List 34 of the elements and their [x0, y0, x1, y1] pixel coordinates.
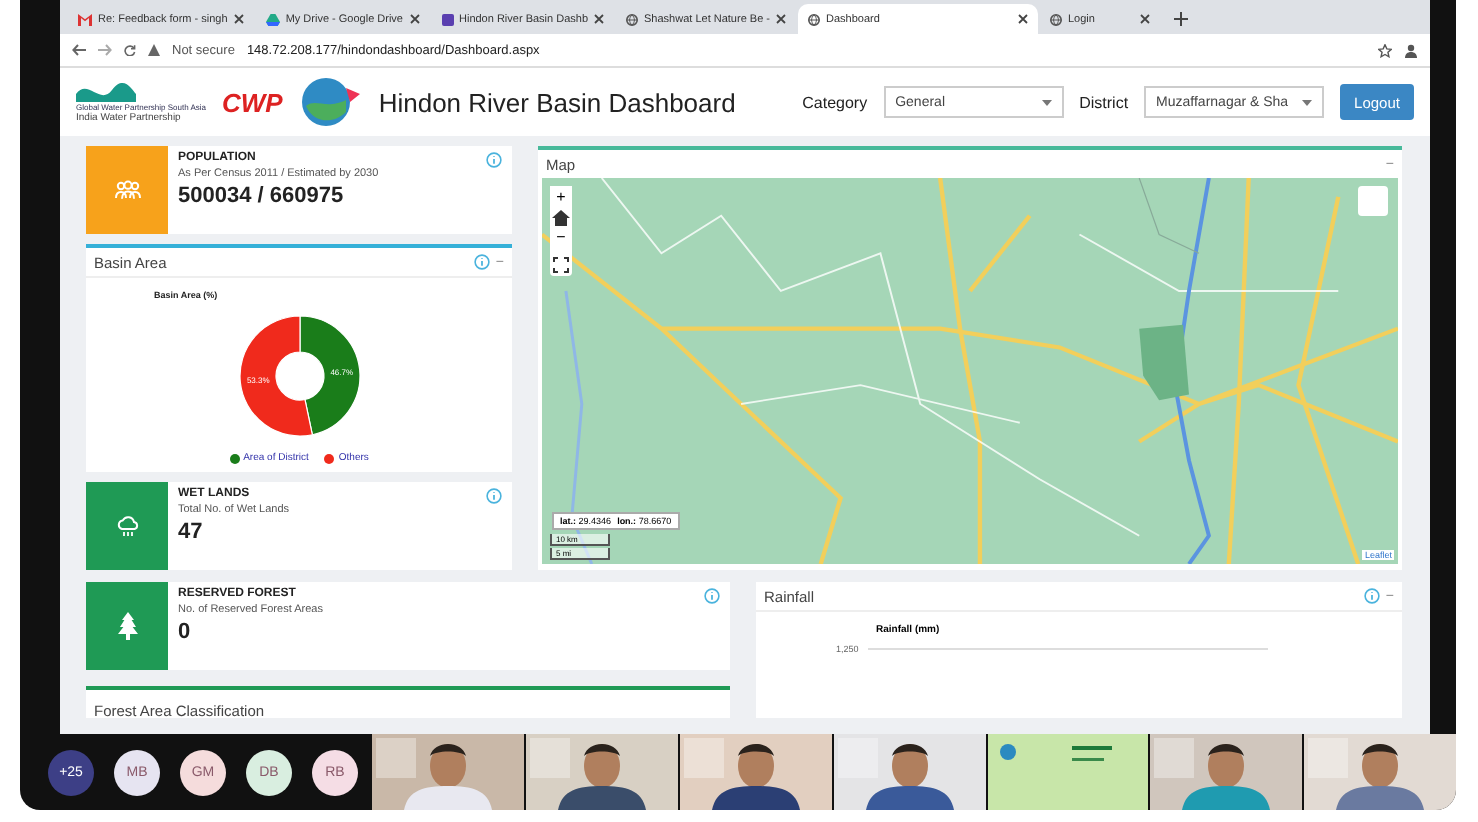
- close-icon[interactable]: [594, 14, 605, 24]
- close-icon[interactable]: [409, 14, 419, 24]
- globe-icon: [626, 13, 639, 25]
- wave-logo-icon: [76, 81, 136, 101]
- plus-icon[interactable]: [1174, 12, 1188, 26]
- stat-value: 47: [178, 520, 205, 544]
- back-arrow-icon[interactable]: [72, 44, 86, 56]
- close-icon[interactable]: [1140, 14, 1150, 24]
- site-icon: [441, 13, 453, 25]
- river-logo-icon: [298, 76, 363, 128]
- tree-icon: [117, 612, 137, 640]
- caret-icon: [1041, 99, 1052, 105]
- triangle-icon: [265, 13, 280, 25]
- globe-icon: [1050, 13, 1062, 25]
- filter-label: Category: [802, 93, 868, 111]
- warning-icon: [148, 44, 160, 56]
- home-icon[interactable]: [550, 208, 572, 226]
- close-icon[interactable]: [233, 14, 244, 24]
- globe-icon: [808, 13, 820, 25]
- people-icon: [113, 180, 141, 200]
- profile-icon[interactable]: [1404, 43, 1418, 57]
- stat-value: 500034 / 660975: [178, 184, 346, 208]
- close-icon[interactable]: [1018, 14, 1028, 24]
- filter-label: District: [1079, 93, 1129, 111]
- caret-icon: [1302, 99, 1313, 105]
- cloud-rain-icon: [115, 515, 139, 537]
- stat-value: 0: [178, 620, 193, 644]
- close-icon[interactable]: [776, 14, 786, 24]
- reload-icon[interactable]: [124, 44, 136, 56]
- mail-icon: [78, 13, 92, 25]
- cwp-logo: CWP: [222, 87, 283, 117]
- star-icon[interactable]: [1378, 43, 1392, 57]
- fullscreen-icon[interactable]: [550, 254, 572, 276]
- dashboard-title: Hindon River Basin Dashboard: [378, 87, 738, 117]
